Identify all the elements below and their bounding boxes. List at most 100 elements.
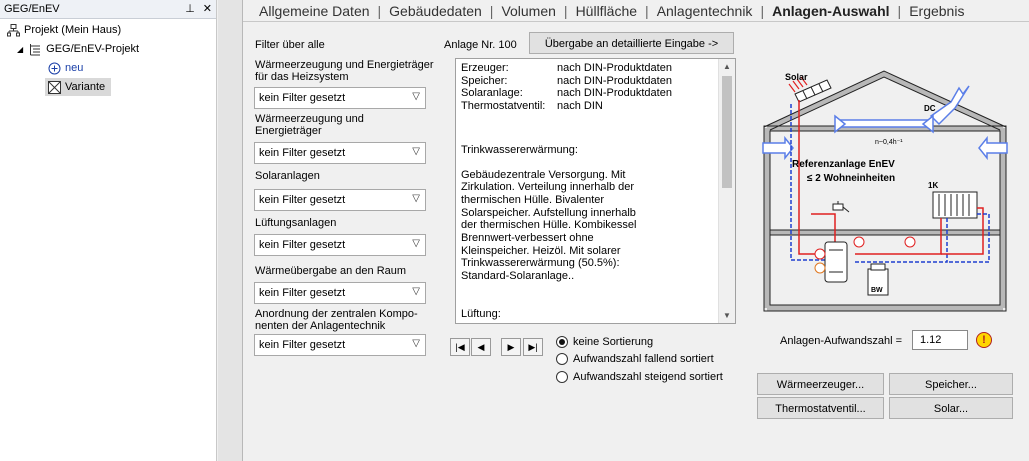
radio-icon[interactable] [556,371,568,383]
tab-anlagentechnik[interactable]: Anlagentechnik [649,3,761,19]
first-record-button[interactable]: |◀ [450,338,470,356]
tree-item-neu[interactable]: neu [47,59,83,77]
transfer-detail-button[interactable]: Übergabe an detaillierte Eingabe -> [529,32,734,54]
spec-row-solaranlage: Solaranlage: nach DIN-Produktdaten [461,87,672,100]
tree-item-geg-projekt[interactable]: ◢ GEG/EnEV-Projekt [17,40,139,58]
description-line: Solarspeicher. Aufstellung innerhalb [461,206,636,219]
scroll-thumb[interactable] [722,76,732,188]
waermeerzeuger-button[interactable]: Wärmeerzeuger... [757,373,884,395]
chevron-down-icon: ▽ [412,91,420,102]
dc-label: DC [924,104,936,113]
chevron-down-icon: ▽ [412,238,420,249]
chevron-down-icon: ▽ [412,146,420,157]
description-line: Brennwert-verbessert ohne [461,232,594,245]
tree-panel-header: GEG/EnEV ⊥ ✕ [0,0,216,19]
anlage-number-label: Anlage Nr. 100 [444,39,517,51]
tree-item-label: GEG/EnEV-Projekt [46,43,140,55]
description-line: thermischen Hülle. Bivalenter [461,193,605,206]
description-line: Gebäudezentrale Versorgung. Mit [461,168,626,181]
sort-option-desc[interactable]: Aufwandszahl fallend sortiert [556,353,714,365]
diagram-title: Referenzanlage EnEV [792,159,895,170]
filter-select-anordnung[interactable]: kein Filter gesetzt ▽ [254,334,426,356]
chevron-down-icon: ▽ [412,286,420,297]
select-value: kein Filter gesetzt [259,287,346,299]
sort-option-none[interactable]: keine Sortierung [556,336,653,348]
tree-item-label: Variante [65,81,106,93]
filter-select-waermeuebergabe[interactable]: kein Filter gesetzt ▽ [254,282,426,304]
filter-label-heizsystem: Wärmeerzeugung und Energieträger für das … [255,59,434,83]
storage-tank-icon [824,241,848,283]
select-value: kein Filter gesetzt [259,239,346,251]
scroll-down-icon[interactable]: ▼ [719,311,735,320]
air-change-label: n~0,4h⁻¹ [875,139,903,146]
project-network-icon [6,23,20,37]
filter-title: Filter über alle [255,39,325,51]
variant-icon [47,80,61,94]
spec-row-speicher: Speicher: nach DIN-Produktdaten [461,74,672,87]
filter-label-solaranlagen: Solaranlagen [255,170,320,182]
chevron-down-icon: ▽ [412,193,420,204]
radiator-label: 1K [928,181,938,190]
description-line: Standard-Solaranlage.. [461,270,575,283]
tab-gebaeudedaten[interactable]: Gebäudedaten [381,3,490,19]
tab-anlagen-auswahl[interactable]: Anlagen-Auswahl [764,3,897,19]
last-record-button[interactable]: ▶| [523,338,543,356]
boiler-label: BW [871,287,883,294]
filter-label-anordnung: Anordnung der zentralen Kompo-nenten der… [255,308,418,332]
filter-label-waermeuebergabe: Wärmeübergabe an den Raum [255,265,407,277]
radiator-icon [932,191,978,219]
tree-item-label: neu [65,62,84,74]
filter-select-lueftung[interactable]: kein Filter gesetzt ▽ [254,234,426,256]
close-icon[interactable]: ✕ [203,2,212,15]
radio-selected-icon[interactable] [556,336,568,348]
select-value: kein Filter gesetzt [259,194,346,206]
scroll-up-icon[interactable]: ▲ [719,62,735,71]
tree-item-variante[interactable]: Variante [45,78,112,96]
anlage-description-box[interactable]: Erzeuger: nach DIN-Produktdaten Speicher:… [455,58,736,324]
add-circle-icon [47,61,61,75]
description-line: Kleinspeicher. Heizöl. Mit solarer [461,244,621,257]
tree-item-projekt[interactable]: Projekt (Mein Haus) [6,21,121,39]
reference-system-diagram: Solar DC n~0,4h⁻¹ Referenzanlage EnEV ≤ … [762,70,1008,312]
tab-allgemeine-daten[interactable]: Allgemeine Daten [251,3,378,19]
select-value: kein Filter gesetzt [259,92,346,104]
speicher-button[interactable]: Speicher... [889,373,1013,395]
spec-row-erzeuger: Erzeuger: nach DIN-Produktdaten [461,62,672,74]
filter-label-waermeerzeugung: Wärmeerzeugung und Energieträger [255,113,364,137]
pin-icon[interactable]: ⊥ [185,2,195,15]
description-scrollbar[interactable]: ▲ ▼ [718,59,735,323]
thermostatventil-button[interactable]: Thermostatventil... [757,397,884,419]
tab-ergebnis[interactable]: Ergebnis [901,3,972,19]
main-tabbar: Allgemeine Daten | Gebäudedaten | Volumen |… [243,0,1029,22]
tap-icon [832,201,850,213]
tree-panel-title: GEG/EnEV [4,3,60,15]
solar-button[interactable]: Solar... [889,397,1013,419]
aufwandszahl-value[interactable]: 1.12 [912,330,968,350]
tab-huellflaeche[interactable]: Hüllfläche [568,3,645,19]
description-line: der thermischen Hülle. Kombikessel [461,219,637,232]
filter-select-heizsystem[interactable]: kein Filter gesetzt ▽ [254,87,426,109]
description-line: Zirkulation. Verteilung innerhalb der [461,181,635,194]
splitter-gutter[interactable] [218,0,243,461]
select-value: kein Filter gesetzt [259,147,346,159]
filter-select-solaranlagen[interactable]: kein Filter gesetzt ▽ [254,189,426,211]
spec-row-thermostatventil: Thermostatventil: nach DIN [461,100,603,113]
next-record-button[interactable]: ▶ [501,338,521,356]
sort-option-asc[interactable]: Aufwandszahl steigend sortiert [556,371,723,383]
radio-icon[interactable] [556,353,568,365]
diagram-subtitle: ≤ 2 Wohneinheiten [807,173,895,184]
solar-label: Solar [785,72,808,82]
filter-select-waermeerzeugung[interactable]: kein Filter gesetzt ▽ [254,142,426,164]
select-value: kein Filter gesetzt [259,339,346,351]
tab-volumen[interactable]: Volumen [493,3,563,19]
aufwandszahl-label: Anlagen-Aufwandszahl = [780,335,902,347]
warning-icon[interactable]: ! [976,332,992,348]
trinkwasser-heading: Trinkwassererwärmung: [461,143,578,156]
chevron-down-icon: ▽ [412,338,420,349]
tree-item-label: Projekt (Mein Haus) [24,24,122,36]
filter-label-lueftung: Lüftungsanlagen [255,217,337,229]
description-line: Trinkwassererwärmung (50.5%): [461,257,620,270]
lueftung-heading: Lüftung: [461,307,501,320]
expand-arrow-icon[interactable]: ◢ [17,45,23,54]
prev-record-button[interactable]: ◀ [471,338,491,356]
